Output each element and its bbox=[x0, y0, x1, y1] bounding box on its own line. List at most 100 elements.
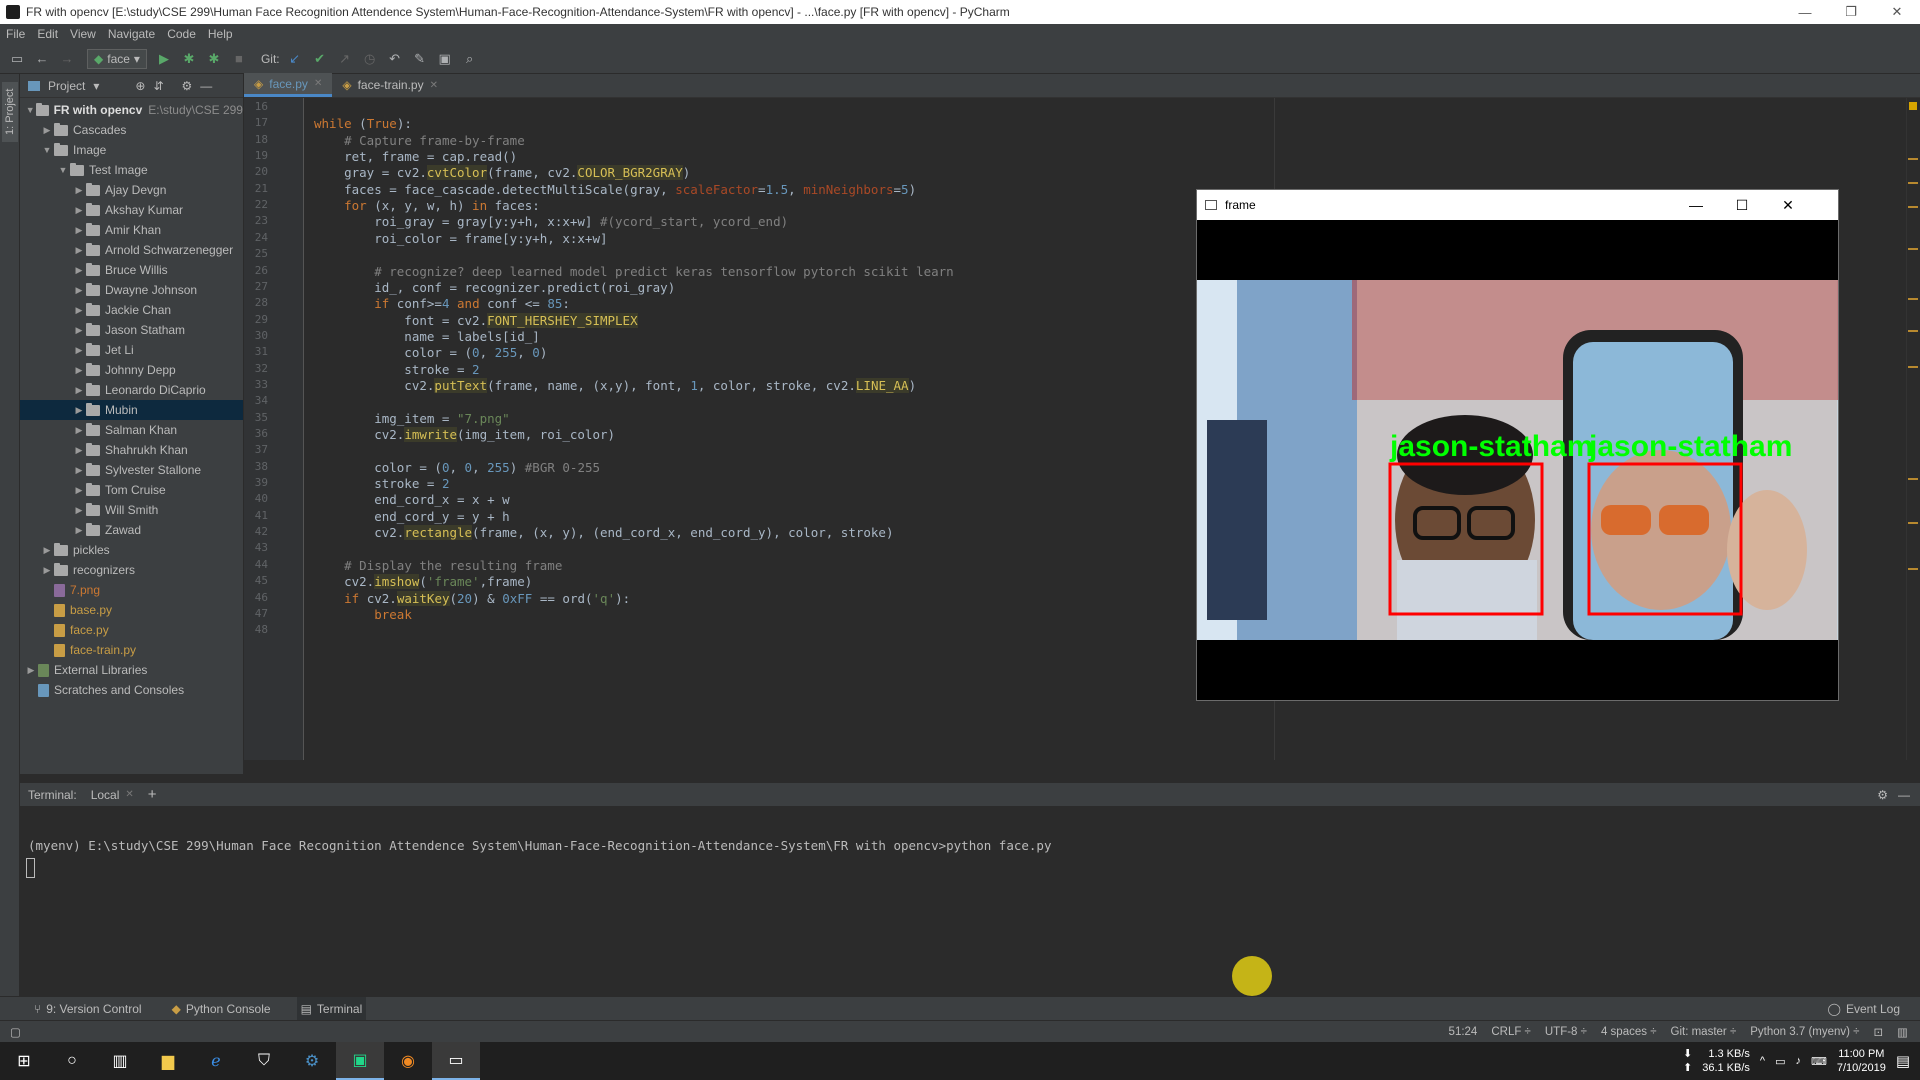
frame-minimize-button[interactable]: — bbox=[1673, 190, 1719, 220]
project-view-select[interactable]: Project bbox=[48, 79, 85, 93]
run-config-select[interactable]: ◆ face ▾ bbox=[87, 48, 147, 69]
tree-item[interactable]: ▶ pickles bbox=[20, 540, 243, 560]
code-line[interactable]: break bbox=[314, 607, 412, 622]
python-interpreter[interactable]: Python 3.7 (myenv) ÷ bbox=[1750, 1026, 1859, 1038]
recorder-taskbar-icon[interactable]: ◉ bbox=[384, 1042, 432, 1080]
editor-scrollbar[interactable] bbox=[1906, 98, 1920, 760]
minimize-button[interactable]: — bbox=[1782, 0, 1828, 24]
frame-maximize-button[interactable]: ☐ bbox=[1719, 190, 1765, 220]
tab-python-console[interactable]: ◆ Python Console bbox=[168, 997, 275, 1021]
tree-item[interactable]: 7.png bbox=[20, 580, 243, 600]
coverage-icon[interactable]: ✱ bbox=[203, 48, 225, 70]
keyboard-icon[interactable]: ⌨ bbox=[1811, 1055, 1827, 1068]
code-line[interactable]: stroke = 2 bbox=[314, 476, 449, 491]
chevron-right-icon[interactable]: ▶ bbox=[72, 405, 86, 416]
tree-item[interactable]: ▶ Will Smith bbox=[20, 500, 243, 520]
chevron-right-icon[interactable]: ▶ bbox=[40, 125, 54, 136]
code-line[interactable]: cv2.rectangle(frame, (x, y), (end_cord_x… bbox=[314, 525, 893, 541]
tree-item[interactable]: ▶ Cascades bbox=[20, 120, 243, 140]
code-line[interactable]: font = cv2.FONT_HERSHEY_SIMPLEX bbox=[314, 312, 638, 328]
windows-start-icon[interactable]: ⊞ bbox=[0, 1042, 48, 1080]
chevron-right-icon[interactable]: ▶ bbox=[72, 505, 86, 516]
terminal-tab-local[interactable]: Local ✕ bbox=[91, 788, 134, 802]
code-line[interactable]: if conf>=4 and conf <= 85: bbox=[314, 296, 570, 311]
chevron-right-icon[interactable]: ▶ bbox=[24, 665, 38, 676]
chevron-right-icon[interactable]: ▶ bbox=[72, 225, 86, 236]
menu-edit[interactable]: Edit bbox=[37, 27, 58, 41]
forward-icon[interactable]: → bbox=[56, 48, 78, 70]
close-tab-icon[interactable]: ✕ bbox=[314, 78, 322, 89]
code-line[interactable]: name = labels[id_] bbox=[314, 329, 539, 344]
code-line[interactable]: color = (0, 0, 255) #BGR 0-255 bbox=[314, 460, 600, 475]
network-icon[interactable]: ▭ bbox=[1775, 1055, 1785, 1068]
code-line[interactable]: cv2.imshow('frame',frame) bbox=[314, 574, 532, 590]
code-line[interactable]: # recognize? deep learned model predict … bbox=[314, 264, 953, 279]
restore-button[interactable]: ❐ bbox=[1828, 0, 1874, 24]
locate-icon[interactable]: ⊕ bbox=[135, 79, 145, 93]
code-line[interactable]: stroke = 2 bbox=[314, 362, 479, 377]
git-branch[interactable]: Git: master ÷ bbox=[1671, 1026, 1737, 1038]
chevron-right-icon[interactable]: ▶ bbox=[72, 325, 86, 336]
new-terminal-icon[interactable]: + bbox=[148, 786, 157, 803]
tree-item[interactable]: base.py bbox=[20, 600, 243, 620]
menu-code[interactable]: Code bbox=[167, 27, 196, 41]
project-tool-tab[interactable]: 1: Project bbox=[2, 82, 18, 142]
chevron-right-icon[interactable]: ▶ bbox=[72, 345, 86, 356]
line-separator[interactable]: CRLF ÷ bbox=[1491, 1026, 1531, 1038]
close-button[interactable]: ✕ bbox=[1874, 0, 1920, 24]
chevron-down-icon[interactable]: ▼ bbox=[24, 105, 36, 115]
menu-view[interactable]: View bbox=[70, 27, 96, 41]
tree-item[interactable]: ▶ External Libraries bbox=[20, 660, 243, 680]
code-line[interactable]: if cv2.waitKey(20) & 0xFF == ord('q'): bbox=[314, 590, 630, 606]
code-line[interactable]: ret, frame = cap.read() bbox=[314, 149, 517, 164]
tree-item[interactable]: ▶ Leonardo DiCaprio bbox=[20, 380, 243, 400]
code-line[interactable]: roi_color = frame[y:y+h, x:x+w] bbox=[314, 231, 607, 246]
tree-item[interactable]: ▶ Dwayne Johnson bbox=[20, 280, 243, 300]
chevron-right-icon[interactable]: ▶ bbox=[72, 285, 86, 296]
code-line[interactable]: faces = face_cascade.detectMultiScale(gr… bbox=[314, 182, 916, 197]
tool-window-toggle-icon[interactable]: ▢ bbox=[10, 1025, 21, 1039]
wrench-icon[interactable]: ✎ bbox=[409, 48, 431, 70]
chevron-down-icon[interactable]: ▼ bbox=[56, 165, 70, 175]
chevron-right-icon[interactable]: ▶ bbox=[72, 525, 86, 536]
tree-item[interactable]: ▶ recognizers bbox=[20, 560, 243, 580]
chevron-down-icon[interactable]: ▼ bbox=[40, 145, 54, 155]
code-line[interactable]: cv2.imwrite(img_item, roi_color) bbox=[314, 427, 615, 442]
run-icon[interactable]: ▶ bbox=[153, 48, 175, 70]
file-explorer-icon[interactable]: ▆ bbox=[144, 1042, 192, 1080]
gear-icon[interactable]: ⚙ bbox=[1877, 788, 1888, 802]
back-icon[interactable]: ← bbox=[31, 48, 53, 70]
tree-item[interactable]: ▶ Mubin bbox=[20, 400, 243, 420]
file-encoding[interactable]: UTF-8 ÷ bbox=[1545, 1026, 1587, 1038]
code-line[interactable]: gray = cv2.cvtColor(frame, cv2.COLOR_BGR… bbox=[314, 165, 690, 181]
tab-version-control[interactable]: ⑂ 9: Version Control bbox=[30, 997, 146, 1021]
clock[interactable]: 11:00 PM 7/10/2019 bbox=[1837, 1047, 1886, 1075]
tree-item[interactable]: ▶ Amir Khan bbox=[20, 220, 243, 240]
project-structure-icon[interactable]: ▣ bbox=[434, 48, 456, 70]
code-line[interactable]: cv2.putText(frame, name, (x,y), font, 1,… bbox=[314, 377, 916, 393]
inspection-status-icon[interactable] bbox=[1909, 102, 1917, 110]
edge-browser-icon[interactable]: ℯ bbox=[192, 1042, 240, 1080]
code-line[interactable]: end_cord_x = x + w bbox=[314, 492, 509, 507]
close-tab-icon[interactable]: ✕ bbox=[125, 789, 133, 800]
pycharm-taskbar-icon[interactable]: ▣ bbox=[336, 1042, 384, 1080]
tree-item[interactable]: ▶ Ajay Devgn bbox=[20, 180, 243, 200]
gear-icon[interactable]: ⚙ bbox=[182, 79, 193, 93]
tree-item[interactable]: ▶ Salman Khan bbox=[20, 420, 243, 440]
git-update-icon[interactable]: ↙ bbox=[284, 48, 306, 70]
hide-icon[interactable]: — bbox=[200, 79, 212, 93]
debug-icon[interactable]: ✱ bbox=[178, 48, 200, 70]
tree-item[interactable]: ▶ Zawad bbox=[20, 520, 243, 540]
tree-item[interactable]: ▶ Jackie Chan bbox=[20, 300, 243, 320]
task-view-icon[interactable]: ▥ bbox=[96, 1042, 144, 1080]
search-icon[interactable]: ⌕ bbox=[459, 48, 481, 70]
tab-terminal[interactable]: ▤ Terminal bbox=[296, 996, 367, 1021]
chevron-right-icon[interactable]: ▶ bbox=[72, 265, 86, 276]
code-line[interactable]: # Display the resulting frame bbox=[314, 558, 562, 573]
store-icon[interactable]: ⛉ bbox=[240, 1042, 288, 1080]
tree-item[interactable]: ▼ Image bbox=[20, 140, 243, 160]
tree-item[interactable]: ▶ Tom Cruise bbox=[20, 480, 243, 500]
collapse-icon[interactable]: ⇵ bbox=[153, 79, 163, 93]
notification-icon[interactable]: ▤ bbox=[1896, 1052, 1910, 1070]
volume-icon[interactable]: ♪ bbox=[1795, 1055, 1801, 1067]
